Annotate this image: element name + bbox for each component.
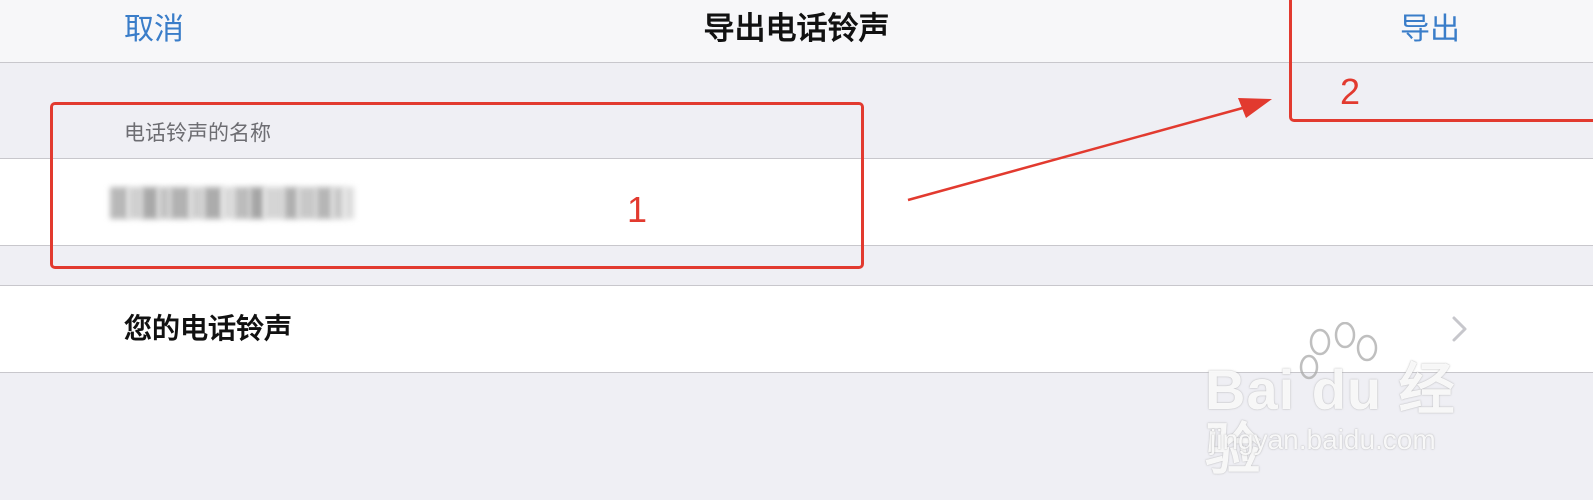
page-title: 导出电话铃声: [703, 11, 890, 47]
your-ringtones-label: 您的电话铃声: [124, 312, 293, 345]
ringtone-name-input[interactable]: [110, 181, 810, 223]
ringtone-name-row: [0, 158, 1593, 246]
watermark-url: jingyan.baidu.com: [1210, 424, 1436, 455]
your-ringtones-row[interactable]: 您的电话铃声: [0, 285, 1593, 373]
ringtone-name-section-header: 电话铃声的名称: [124, 121, 271, 145]
watermark-logo-text: Bai du 经验: [1205, 358, 1456, 481]
annotation-number-2: 2: [1340, 71, 1361, 112]
navigation-bar: 取消 导出电话铃声 导出: [0, 0, 1593, 63]
chevron-right-icon: [1452, 316, 1467, 342]
annotation-arrow: [907, 98, 1272, 202]
export-button[interactable]: 导出: [1400, 8, 1460, 52]
export-ringtone-screen: 取消 导出电话铃声 导出 电话铃声的名称 您的电话铃声 1 2 Bai du 经…: [0, 0, 1593, 500]
